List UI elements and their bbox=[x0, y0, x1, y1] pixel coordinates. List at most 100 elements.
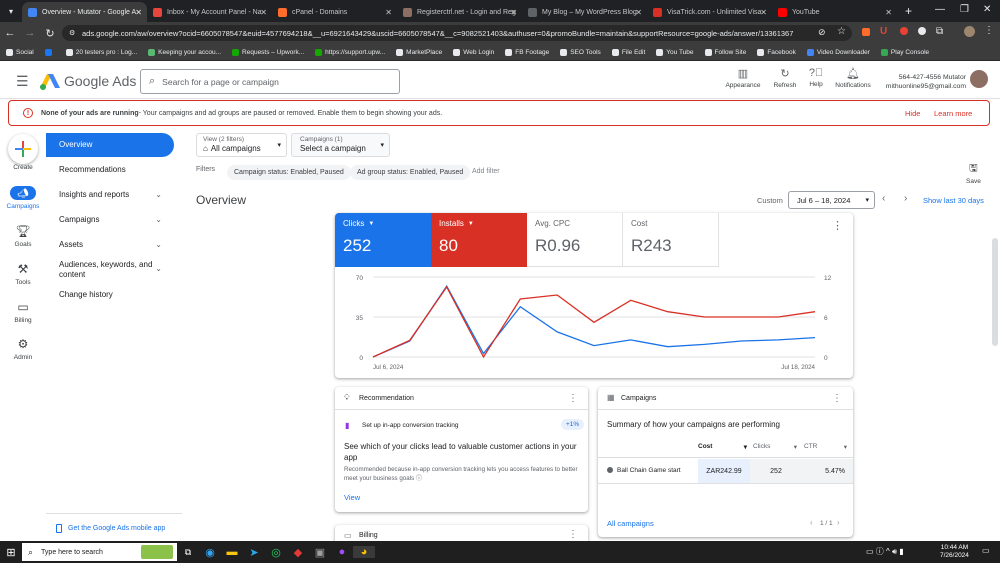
prev-range-icon[interactable]: ‹ bbox=[882, 193, 885, 204]
messenger-icon[interactable]: ● bbox=[331, 546, 353, 558]
billing-more-icon[interactable]: ⋮ bbox=[568, 529, 578, 540]
extension-u-icon[interactable]: U bbox=[880, 26, 887, 37]
recommendation-more-icon[interactable]: ⋮ bbox=[568, 393, 578, 404]
recommendation-view-link[interactable]: View bbox=[344, 493, 360, 502]
browser-tab[interactable]: Overview - Mutator - Google A ✕ bbox=[22, 2, 147, 22]
show-last-30-link[interactable]: Show last 30 days bbox=[923, 196, 984, 205]
save-button[interactable]: 🖫︎ Save bbox=[966, 161, 981, 185]
help-button[interactable]: ?⃝ Help bbox=[803, 67, 829, 88]
browser-tab[interactable]: VisaTrick.com - Unlimited Visa ✕ bbox=[647, 2, 772, 22]
browser-tab[interactable]: YouTube ✕ bbox=[772, 2, 897, 22]
bookmark-item[interactable]: File Edit bbox=[611, 48, 645, 56]
bookmark-item[interactable]: Requests – Upwork... bbox=[232, 48, 304, 56]
column-cost[interactable]: Cost ▾ bbox=[698, 443, 750, 451]
rail-admin[interactable]: ⚙ Admin bbox=[0, 337, 46, 361]
nav-audiences[interactable]: Audiences, keywords, and content ⌄ bbox=[46, 260, 174, 280]
minimize-icon[interactable]: — bbox=[935, 4, 945, 15]
bookmark-item[interactable]: Follow Site bbox=[704, 48, 746, 56]
telegram-icon[interactable]: ➤ bbox=[243, 546, 265, 559]
whatsapp-icon[interactable]: ◎ bbox=[265, 546, 287, 559]
page-next-icon[interactable]: › bbox=[837, 518, 840, 527]
adgroup-status-chip[interactable]: Ad group status: Enabled, Paused bbox=[350, 165, 471, 180]
mobile-app-link[interactable]: Get the Google Ads mobile app bbox=[56, 524, 165, 533]
account-info[interactable]: 564-427-4556 Mutator mithuonline95@gmail… bbox=[880, 73, 966, 91]
metric-cost[interactable]: Cost R243 bbox=[623, 213, 719, 267]
nav-recommendations[interactable]: Recommendations bbox=[46, 165, 174, 174]
nav-insights[interactable]: Insights and reports ⌄ bbox=[46, 190, 174, 199]
page-prev-icon[interactable]: ‹ bbox=[810, 518, 813, 527]
menu-hamburger-icon[interactable]: ☰ bbox=[16, 73, 29, 90]
all-campaigns-link[interactable]: All campaigns bbox=[607, 519, 654, 528]
add-filter-button[interactable]: Add filter bbox=[472, 168, 500, 175]
forward-icon[interactable]: → bbox=[20, 27, 40, 39]
column-ctr[interactable]: CTR ▾ bbox=[804, 443, 848, 451]
bookmark-item[interactable]: Facebook bbox=[757, 48, 796, 56]
page-scrollbar[interactable] bbox=[992, 238, 998, 346]
browser-tab[interactable]: Inbox - My Account Panel - Na ✕ bbox=[147, 2, 272, 22]
appearance-button[interactable]: ▥ Appearance bbox=[723, 67, 763, 89]
tab-close-icon[interactable]: ✕ bbox=[260, 8, 267, 17]
nav-change-history[interactable]: Change history bbox=[46, 290, 174, 299]
bookmark-item[interactable]: Keeping your accou... bbox=[148, 48, 221, 56]
site-info-icon[interactable]: ⚙ bbox=[69, 29, 75, 37]
account-avatar[interactable] bbox=[970, 70, 988, 88]
extensions-icon[interactable]: ⧉ bbox=[936, 26, 943, 37]
windows-start-icon[interactable]: ⊞ bbox=[0, 546, 22, 559]
bookmark-item[interactable]: Social bbox=[6, 48, 34, 56]
rail-billing[interactable]: ▭ Billing bbox=[0, 300, 46, 324]
date-range-picker[interactable]: Jul 6 – 18, 2024 ▾ bbox=[788, 191, 875, 209]
view-filter-dropdown[interactable]: View (2 filters) ⌂ All campaigns ▾ bbox=[196, 133, 287, 157]
nav-campaigns[interactable]: Campaigns ⌄ bbox=[46, 215, 174, 224]
table-row[interactable]: Ball Chain Game start ZAR242.99 252 5.47… bbox=[598, 459, 853, 483]
campaign-filter-dropdown[interactable]: Campaigns (1) Select a campaign ▾ bbox=[291, 133, 390, 157]
browser-menu-icon[interactable]: ⋮ bbox=[984, 25, 994, 36]
metric-avg-cpc[interactable]: Avg. CPC R0.96 bbox=[527, 213, 623, 267]
maximize-icon[interactable]: ❐ bbox=[960, 4, 969, 15]
bookmark-item[interactable]: 20 testers pro : Log... bbox=[65, 48, 137, 56]
rail-campaigns[interactable]: 📣︎ Campaigns bbox=[0, 186, 46, 210]
app-icon[interactable]: ◆ bbox=[287, 546, 309, 559]
tab-close-icon[interactable]: ✕ bbox=[635, 8, 642, 17]
back-icon[interactable]: ← bbox=[0, 27, 20, 39]
alert-learn-more-link[interactable]: Learn more bbox=[934, 109, 972, 118]
edge-icon[interactable]: ◉ bbox=[199, 546, 221, 559]
extension-red-icon[interactable] bbox=[900, 27, 908, 35]
nav-overview[interactable]: Overview bbox=[46, 133, 174, 157]
metric-installs[interactable]: Installs ▼ 80 bbox=[431, 213, 527, 267]
campaign-status-chip[interactable]: Campaign status: Enabled, Paused bbox=[227, 165, 351, 180]
browser-tab[interactable]: Registerctrl.net - Login and Reg ✕ bbox=[397, 2, 522, 22]
eye-off-icon[interactable]: ⊘ bbox=[818, 27, 826, 38]
bookmark-item[interactable]: https://support.upw... bbox=[315, 48, 385, 56]
notifications-button[interactable]: 🔔︎ Notifications bbox=[832, 67, 874, 89]
rail-goals[interactable]: 🏆︎ Goals bbox=[0, 224, 46, 248]
tab-close-icon[interactable]: ✕ bbox=[885, 8, 892, 17]
bookmark-item[interactable] bbox=[44, 48, 55, 56]
bookmark-item[interactable]: You Tube bbox=[656, 48, 694, 56]
search-input[interactable]: ⌕ Search for a page or campaign bbox=[140, 69, 400, 94]
file-explorer-icon[interactable]: ▬ bbox=[221, 546, 243, 558]
app-icon[interactable]: ▣ bbox=[309, 546, 331, 559]
reload-icon[interactable]: ↻ bbox=[40, 27, 60, 40]
metric-clicks[interactable]: Clicks ▼ 252 bbox=[335, 213, 431, 267]
column-clicks[interactable]: Clicks ▾ bbox=[753, 443, 798, 451]
extension-circle-icon[interactable] bbox=[918, 27, 926, 35]
bookmark-star-icon[interactable]: ☆ bbox=[837, 26, 846, 37]
clock[interactable]: 10:44 AM 7/26/2024 bbox=[940, 544, 969, 560]
bookmark-item[interactable]: Video Downloader bbox=[806, 48, 870, 56]
bookmark-item[interactable]: Play Console bbox=[880, 48, 929, 56]
url-bar[interactable]: ⚙ ads.google.com/aw/overview?ocid=6605078… bbox=[62, 25, 852, 41]
tab-close-icon[interactable]: ✕ bbox=[135, 8, 142, 17]
next-range-icon[interactable]: › bbox=[904, 193, 907, 204]
browser-tab[interactable]: My Blog – My WordPress Blog ✕ bbox=[522, 2, 647, 22]
bookmark-item[interactable]: Web Login bbox=[453, 48, 494, 56]
extension-icon[interactable] bbox=[862, 28, 870, 36]
tab-close-icon[interactable]: ✕ bbox=[760, 8, 767, 17]
campaigns-more-icon[interactable]: ⋮ bbox=[832, 393, 842, 404]
bookmark-item[interactable]: SEO Tools bbox=[560, 48, 601, 56]
new-tab-button[interactable]: + bbox=[905, 4, 912, 18]
browser-tab[interactable]: cPanel - Domains ✕ bbox=[272, 2, 397, 22]
tab-close-icon[interactable]: ✕ bbox=[385, 8, 392, 17]
chrome-icon[interactable]: ◕ bbox=[353, 546, 375, 558]
bookmark-item[interactable]: FB Footage bbox=[505, 48, 549, 56]
create-button[interactable] bbox=[8, 134, 38, 164]
